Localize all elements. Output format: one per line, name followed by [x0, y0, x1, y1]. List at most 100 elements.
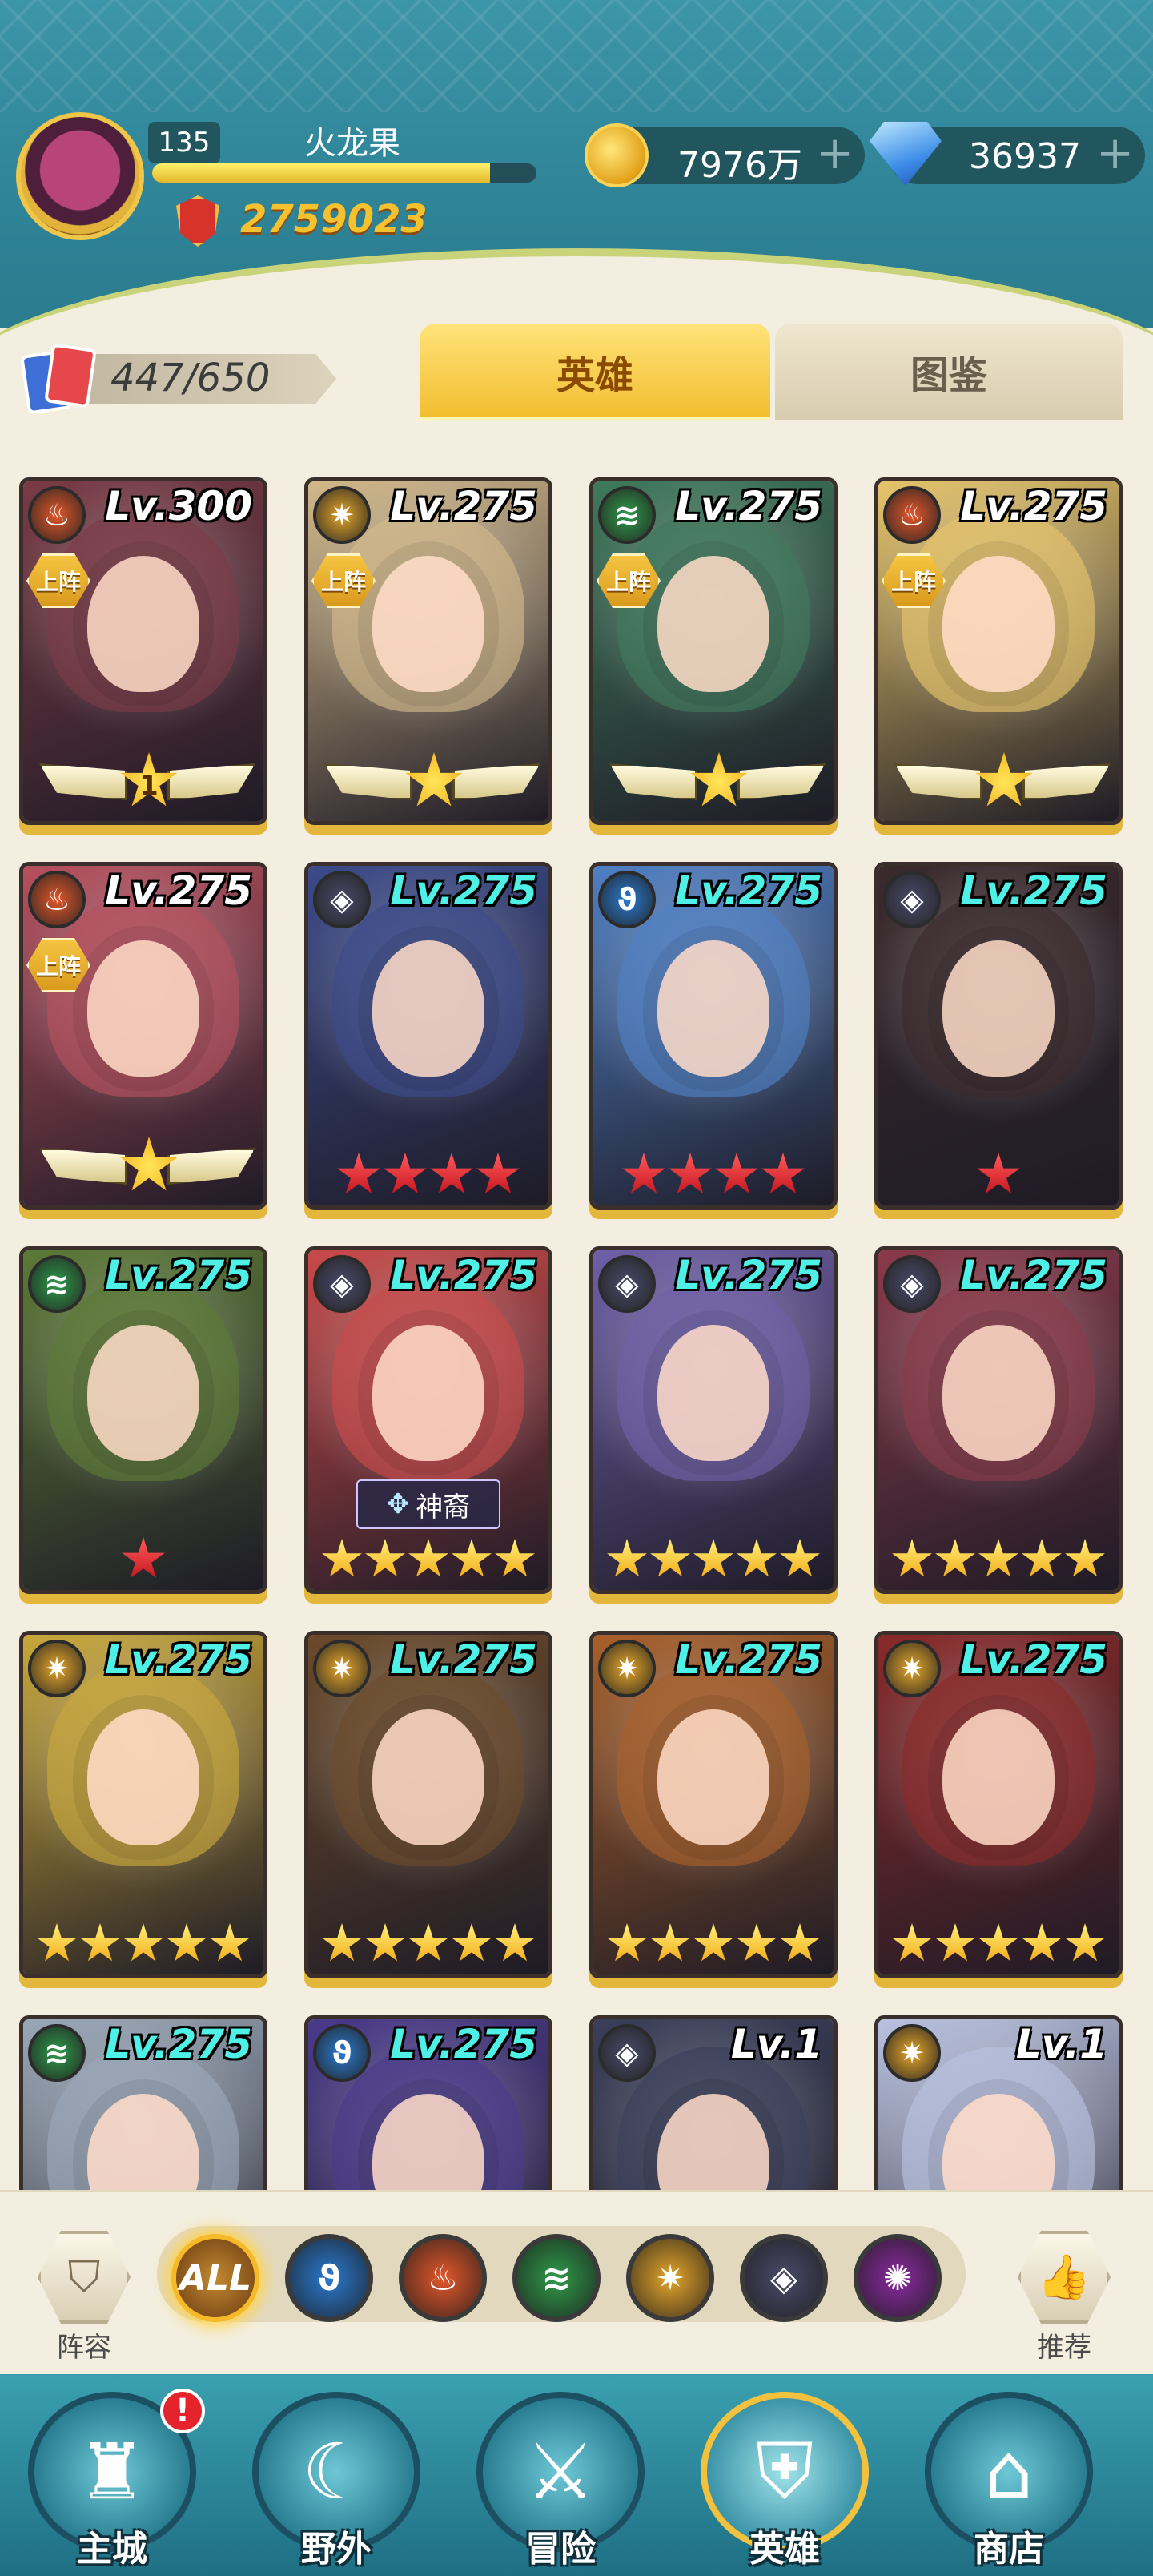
player-avatar[interactable]: [16, 112, 144, 240]
fire-icon: ♨: [427, 2257, 459, 2299]
water-icon: ϑ: [317, 2257, 341, 2299]
wind-icon: ≋: [28, 2024, 86, 2082]
nav-label: 英雄: [749, 2529, 820, 2570]
filter-wind-button[interactable]: ≋: [512, 2234, 601, 2322]
hero-face: [87, 940, 199, 1077]
hero-level: Lv.275: [675, 483, 822, 529]
gold-star-icon: [1065, 1539, 1105, 1577]
gold-star-icon: [607, 1539, 647, 1577]
hero-card[interactable]: ♨ Lv.300 上阵 1: [19, 477, 267, 825]
gold-star-icon: [935, 1923, 975, 1962]
hero-level: Lv.275: [105, 1252, 252, 1298]
hero-level: Lv.275: [960, 1636, 1107, 1683]
wind-icon: ≋: [541, 2257, 572, 2299]
nav-wilds-portal[interactable]: ☾ 野外: [248, 2374, 424, 2576]
nav-shop[interactable]: ⌂ 商店: [921, 2374, 1097, 2576]
star-rating: [23, 1918, 263, 1970]
rank-wings-icon: [894, 743, 1111, 815]
gold-coin-icon: [585, 123, 649, 187]
gold-star-icon: [322, 1539, 362, 1577]
hero-card[interactable]: ◈ Lv.1: [589, 2015, 838, 2190]
hero-level: Lv.275: [390, 1636, 537, 1683]
hero-card[interactable]: ◈ Lv.275: [874, 1246, 1123, 1594]
star-rating: [593, 1918, 834, 1970]
gem-value: 36937: [969, 136, 1081, 177]
hero-level: Lv.275: [105, 1636, 252, 1683]
hero-card[interactable]: ✷ Lv.275: [19, 1631, 267, 1978]
nav-helmet[interactable]: ⛨ 英雄: [697, 2374, 873, 2576]
hero-level: Lv.275: [390, 483, 537, 529]
hero-card[interactable]: ✷ Lv.275: [304, 1631, 552, 1978]
nav-sword[interactable]: ⚔ 冒险: [472, 2374, 649, 2576]
hero-card[interactable]: ≋ Lv.275: [19, 1246, 267, 1594]
hero-card[interactable]: ϑ Lv.275: [304, 2015, 552, 2190]
hero-card[interactable]: ✷ Lv.275 上阵: [304, 477, 552, 825]
hero-card[interactable]: ♨ Lv.275 上阵: [19, 862, 267, 1210]
filter-light-button[interactable]: ✷: [626, 2234, 714, 2322]
hero-card[interactable]: ◈ Lv.275: [304, 862, 552, 1210]
red-star-icon: [430, 1153, 473, 1193]
gold-star-icon: [935, 1539, 975, 1577]
hero-face: [942, 556, 1055, 693]
hero-card[interactable]: ◈ Lv.275 ✥ 神裔: [304, 1246, 552, 1594]
right-wing: [737, 763, 826, 800]
hero-card[interactable]: ≋ Lv.275: [19, 2015, 267, 2190]
hero-card[interactable]: ✷ Lv.275: [874, 1631, 1123, 1978]
left-wing: [39, 1148, 127, 1185]
add-gem-button[interactable]: +: [1096, 131, 1134, 176]
hero-count-value: 447/650: [110, 356, 271, 400]
add-gold-button[interactable]: +: [816, 131, 854, 176]
filter-dark-button[interactable]: ◈: [740, 2234, 828, 2322]
hero-card[interactable]: ≋ Lv.275 上阵: [589, 477, 838, 825]
hero-level: Lv.275: [105, 867, 252, 914]
rank-wings-icon: 1: [39, 743, 255, 815]
gold-value: 7976万: [677, 145, 802, 186]
red-star-icon: [384, 1153, 427, 1193]
hero-card[interactable]: ◈ Lv.275: [874, 862, 1123, 1210]
red-star-icon: [977, 1153, 1020, 1193]
hero-card[interactable]: ✷ Lv.275: [589, 1631, 838, 1978]
tab-codex[interactable]: 图鉴: [775, 324, 1123, 420]
hero-face: [657, 1325, 769, 1462]
player-name: 火龙果: [304, 125, 400, 162]
gold-star-icon: [80, 1923, 120, 1962]
gold-star-icon: [452, 1539, 492, 1577]
gold-star-icon: [650, 1539, 690, 1577]
gold-star-icon: [978, 1923, 1018, 1962]
hero-level: Lv.300: [105, 483, 252, 529]
lineup-label: 阵容: [57, 2332, 111, 2364]
filter-water-button[interactable]: ϑ: [285, 2234, 373, 2322]
lineup-button[interactable]: ⛉ 阵容: [32, 2231, 136, 2365]
combat-power-value: 2759023: [240, 197, 428, 242]
hero-face: [372, 556, 484, 693]
light-icon: ✷: [598, 1640, 656, 1697]
gold-star-icon: [322, 1923, 362, 1962]
gold-star-icon: [495, 1539, 535, 1577]
filter-arcane-button[interactable]: ✺: [854, 2234, 942, 2322]
hero-grid[interactable]: ♨ Lv.300 上阵 1 ✷ Lv.275 上阵 ≋ Lv.275 上阵 ♨ Lv.275 上阵 ♨ Lv…: [0, 420, 1153, 2190]
hero-level: Lv.1: [1015, 2021, 1107, 2067]
hero-card[interactable]: ϑ Lv.275: [589, 862, 838, 1210]
hero-level: Lv.275: [960, 1252, 1107, 1298]
hero-level: Lv.275: [390, 867, 537, 914]
shield-icon: ⛉: [38, 2231, 131, 2324]
star-rating: [308, 1534, 548, 1585]
hero-level: Lv.275: [390, 2021, 537, 2067]
hero-level: Lv.275: [390, 1252, 537, 1298]
hero-card[interactable]: ♨ Lv.275 上阵: [874, 477, 1123, 825]
filter-all-button[interactable]: ALL: [171, 2234, 259, 2322]
gold-star-icon: [650, 1923, 690, 1962]
hero-card[interactable]: ◈ Lv.275: [589, 1246, 838, 1594]
fire-icon: ♨: [28, 871, 86, 928]
star-rating: [878, 1149, 1119, 1201]
player-level-badge: 135: [148, 122, 220, 163]
star-rating: [23, 1534, 263, 1585]
tab-heroes[interactable]: 英雄: [420, 324, 770, 420]
recommend-button[interactable]: 👍 推荐: [1012, 2231, 1116, 2365]
hero-face: [657, 556, 769, 693]
filter-fire-button[interactable]: ♨: [399, 2234, 487, 2322]
nav-castle[interactable]: ♜! 主城: [24, 2374, 205, 2576]
hero-card[interactable]: ✷ Lv.1: [874, 2015, 1123, 2190]
dark-icon: ◈: [770, 2257, 797, 2299]
rank-wings-icon: [609, 743, 826, 815]
